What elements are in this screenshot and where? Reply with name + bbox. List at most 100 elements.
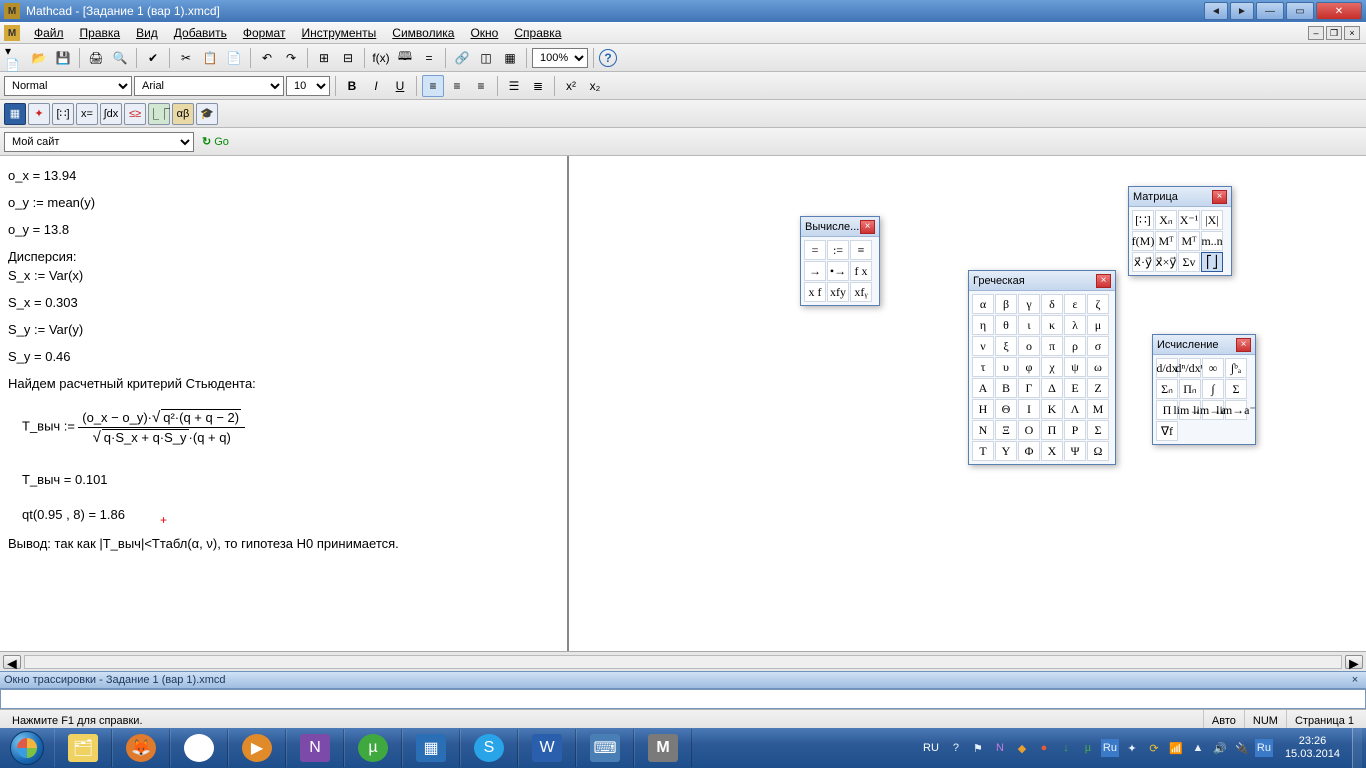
calculus-palette-button[interactable]: ∫dx: [100, 103, 122, 125]
palette-cell[interactable]: κ: [1041, 315, 1063, 335]
palette-cell[interactable]: Ω: [1087, 441, 1109, 461]
align-center-button[interactable]: ≡: [446, 75, 468, 97]
menu-file[interactable]: Файл: [26, 24, 72, 42]
taskbar-word[interactable]: W: [518, 729, 576, 767]
palette-cell[interactable]: ∫: [1202, 379, 1224, 399]
boolean-palette-button[interactable]: ≤≥: [124, 103, 146, 125]
palette-cell[interactable]: ∫ᵇₐ: [1225, 358, 1247, 378]
menu-edit[interactable]: Правка: [72, 24, 129, 42]
palette-close-button[interactable]: ×: [1236, 338, 1251, 352]
taskbar-wmp[interactable]: ▶: [228, 729, 286, 767]
menu-window[interactable]: Окно: [462, 24, 506, 42]
size-combo[interactable]: 10: [286, 76, 330, 96]
palette-cell[interactable]: ζ: [1087, 294, 1109, 314]
math-region[interactable]: o_y = 13.8: [8, 222, 559, 237]
palette-cell[interactable]: σ: [1087, 336, 1109, 356]
palette-cell[interactable]: ν: [972, 336, 994, 356]
palette-cell[interactable]: Κ: [1041, 399, 1063, 419]
nav-prev-button[interactable]: ◄: [1204, 2, 1228, 20]
palette-cell[interactable]: β: [995, 294, 1017, 314]
palette-cell[interactable]: Α: [972, 378, 994, 398]
open-button[interactable]: 📂: [28, 47, 50, 69]
palette-cell[interactable]: ψ: [1064, 357, 1086, 377]
palette-cell[interactable]: Χ: [1041, 441, 1063, 461]
palette-cell[interactable]: Σ: [1087, 420, 1109, 440]
palette-cell[interactable]: ρ: [1064, 336, 1086, 356]
palette-cell[interactable]: xfy: [827, 282, 849, 302]
tray-lang2-icon[interactable]: Ru: [1255, 739, 1273, 757]
cut-button[interactable]: ✂: [175, 47, 197, 69]
show-desktop-button[interactable]: [1352, 728, 1362, 768]
go-button[interactable]: Go: [196, 135, 235, 148]
tray-action-center-icon[interactable]: ⚑: [969, 739, 987, 757]
palette-cell[interactable]: ω: [1087, 357, 1109, 377]
insert-component-button[interactable]: ◫: [475, 47, 497, 69]
palette-cell[interactable]: x⃗×y⃗: [1155, 252, 1177, 272]
bold-button[interactable]: B: [341, 75, 363, 97]
palette-cell[interactable]: Ι: [1018, 399, 1040, 419]
taskbar-app1[interactable]: ▦: [402, 729, 460, 767]
palette-cell[interactable]: |X|: [1201, 210, 1223, 230]
bullets-button[interactable]: ☰: [503, 75, 525, 97]
palette-close-button[interactable]: ×: [1096, 274, 1111, 288]
underline-button[interactable]: U: [389, 75, 411, 97]
palette-cell[interactable]: →: [804, 261, 826, 281]
taskbar-chrome[interactable]: ◉: [170, 729, 228, 767]
palette-cell[interactable]: Η: [972, 399, 994, 419]
palette-cell[interactable]: α: [972, 294, 994, 314]
taskbar-firefox[interactable]: 🦊: [112, 729, 170, 767]
language-indicator[interactable]: RU: [919, 742, 943, 754]
minimize-button[interactable]: —: [1256, 2, 1284, 20]
help-button[interactable]: ?: [599, 49, 617, 67]
new-button[interactable]: ▾📄: [4, 47, 26, 69]
print-button[interactable]: 🖨: [85, 47, 107, 69]
palette-cell[interactable]: Π: [1041, 420, 1063, 440]
palette-cell[interactable]: ≡: [850, 240, 872, 260]
font-combo[interactable]: Arial: [134, 76, 284, 96]
palette-cell[interactable]: Τ: [972, 441, 994, 461]
scroll-right-button[interactable]: ►: [1345, 655, 1363, 669]
math-region[interactable]: T_выч = 0.101: [22, 472, 559, 487]
palette-cell[interactable]: •→: [827, 261, 849, 281]
matrix-palette-button[interactable]: [∷]: [52, 103, 74, 125]
palette-cell[interactable]: π: [1041, 336, 1063, 356]
superscript-button[interactable]: x²: [560, 75, 582, 97]
tray-antivirus-icon[interactable]: ◆: [1013, 739, 1031, 757]
palette-cell[interactable]: Γ: [1018, 378, 1040, 398]
preview-button[interactable]: 🔍: [109, 47, 131, 69]
palette-cell[interactable]: Ν: [972, 420, 994, 440]
spellcheck-button[interactable]: ✔: [142, 47, 164, 69]
palette-cell[interactable]: ∇f: [1156, 421, 1178, 441]
text-region[interactable]: Дисперсия:: [8, 249, 559, 264]
palette-cell[interactable]: τ: [972, 357, 994, 377]
italic-button[interactable]: I: [365, 75, 387, 97]
palette-title[interactable]: Греческая ×: [969, 271, 1115, 291]
palette-cell[interactable]: [∷]: [1132, 210, 1154, 230]
palette-cell[interactable]: χ: [1041, 357, 1063, 377]
palette-cell[interactable]: γ: [1018, 294, 1040, 314]
mdi-close-button[interactable]: ×: [1344, 26, 1360, 40]
menu-view[interactable]: Вид: [128, 24, 166, 42]
mdi-restore-button[interactable]: ❐: [1326, 26, 1342, 40]
palette-cell[interactable]: Μ: [1087, 399, 1109, 419]
insert-unit-button[interactable]: 🕮: [394, 47, 416, 69]
palette-cell[interactable]: f x: [850, 261, 872, 281]
palette-cell[interactable]: dⁿ/dxⁿ: [1179, 358, 1201, 378]
palette-cell[interactable]: f(M): [1132, 231, 1154, 251]
greek-palette-button[interactable]: αβ: [172, 103, 194, 125]
palette-cell[interactable]: Σₙ: [1156, 379, 1178, 399]
taskbar-skype[interactable]: S: [460, 729, 518, 767]
evaluation-palette-button[interactable]: x=: [76, 103, 98, 125]
undo-button[interactable]: ↶: [256, 47, 278, 69]
mdi-minimize-button[interactable]: –: [1308, 26, 1324, 40]
style-combo[interactable]: Normal: [4, 76, 132, 96]
text-region[interactable]: Вывод: так как |T_выч|<Tтабл(α, ν), то г…: [8, 536, 559, 551]
tray-update-icon[interactable]: ⟳: [1145, 739, 1163, 757]
taskbar-explorer[interactable]: 🗂: [54, 729, 112, 767]
menu-insert[interactable]: Добавить: [166, 24, 235, 42]
palette-cell[interactable]: ∞: [1202, 358, 1224, 378]
text-region[interactable]: Найдем расчетный критерий Стьюдента:: [8, 376, 559, 391]
menu-format[interactable]: Формат: [235, 24, 294, 42]
tray-app2-icon[interactable]: ↓: [1057, 739, 1075, 757]
page-left[interactable]: o_x = 13.94 o_y := mean(y) o_y = 13.8 Ди…: [0, 156, 568, 651]
